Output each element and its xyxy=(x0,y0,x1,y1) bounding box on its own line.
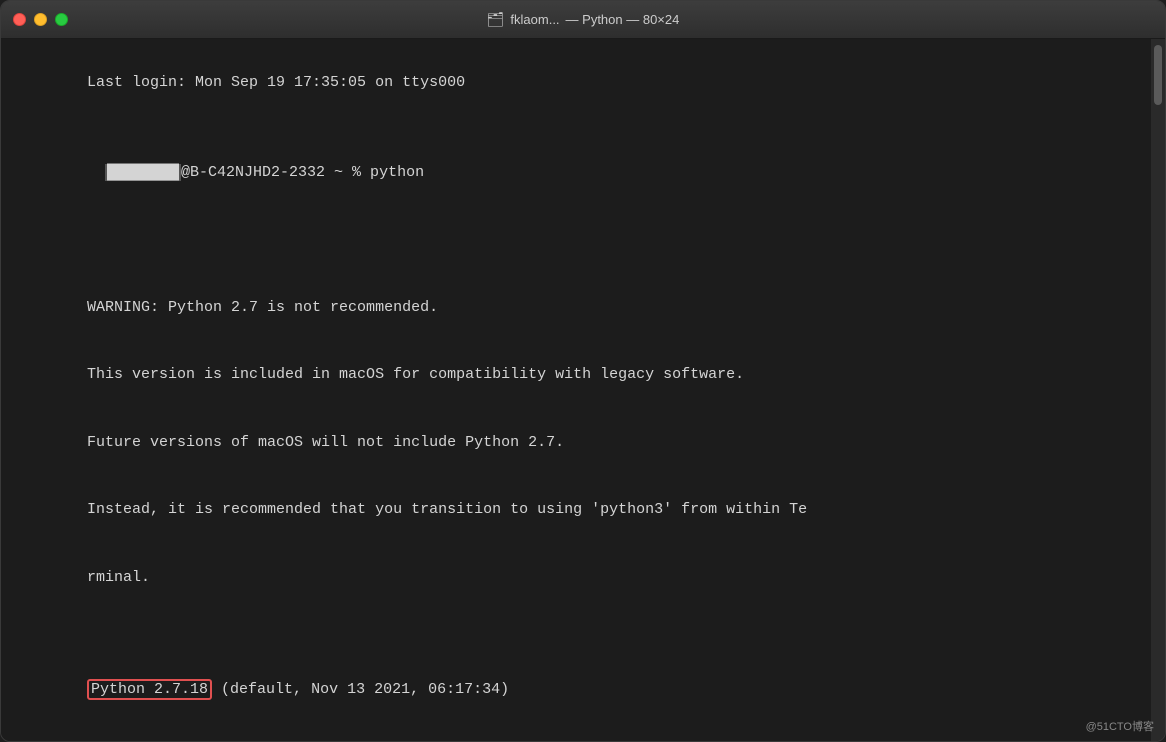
username-placeholder: ████████ xyxy=(105,164,181,181)
terminal-window: 🗂 fklaom... — Python — 80×24 Last login:… xyxy=(0,0,1166,742)
folder-icon: 🗂 xyxy=(487,11,505,28)
maximize-button[interactable] xyxy=(55,13,68,26)
python-info: (default, Nov 13 2021, 06:17:34) xyxy=(212,681,509,698)
warning-line-3: Future versions of macOS will not includ… xyxy=(87,434,564,451)
warning-line-4: Instead, it is recommended that you tran… xyxy=(87,501,807,518)
title-label: fklaom... xyxy=(510,12,559,27)
last-login-line: Last login: Mon Sep 19 17:35:05 on ttys0… xyxy=(87,74,465,91)
scrollbar-thumb[interactable] xyxy=(1154,45,1162,105)
traffic-lights xyxy=(13,13,68,26)
minimize-button[interactable] xyxy=(34,13,47,26)
close-button[interactable] xyxy=(13,13,26,26)
warning-line-2: This version is included in macOS for co… xyxy=(87,366,744,383)
window-title: 🗂 fklaom... — Python — 80×24 xyxy=(487,11,680,28)
window-wrapper: 🗂 fklaom... — Python — 80×24 Last login:… xyxy=(0,0,1166,742)
scrollbar-track[interactable] xyxy=(1151,39,1165,741)
terminal-content[interactable]: Last login: Mon Sep 19 17:35:05 on ttys0… xyxy=(1,39,1151,741)
titlebar: 🗂 fklaom... — Python — 80×24 xyxy=(1,1,1165,39)
scrollbar-area: Last login: Mon Sep 19 17:35:05 on ttys0… xyxy=(1,39,1165,741)
prompt-line: ████████@B-C42NJHD2-2332 ~ % python xyxy=(15,164,424,204)
prompt-text: @B-C42NJHD2-2332 ~ % python xyxy=(181,164,424,181)
python-version-badge: Python 2.7.18 xyxy=(87,679,212,700)
title-separator: — Python — 80×24 xyxy=(566,12,680,27)
warning-line-4b: rminal. xyxy=(87,569,150,586)
watermark: @51CTO博客 xyxy=(1086,718,1154,734)
warning-line-1: WARNING: Python 2.7 is not recommended. xyxy=(87,299,438,316)
